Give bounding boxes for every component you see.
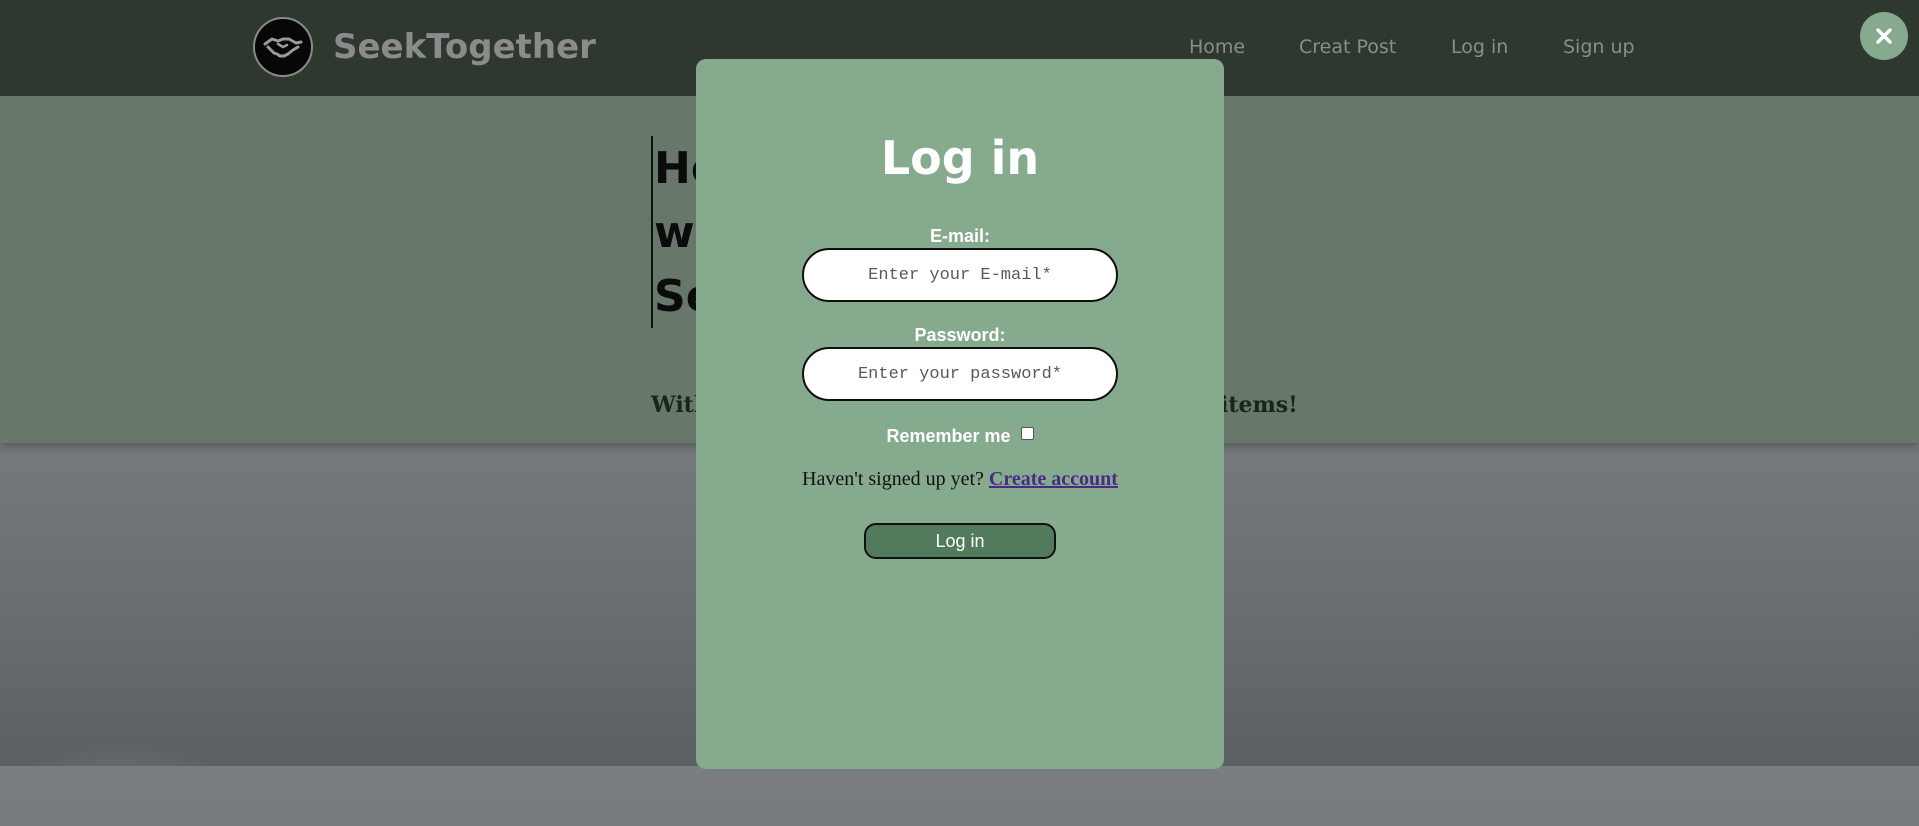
remember-label: Remember me [886,426,1011,446]
text-cursor [651,136,653,328]
email-field[interactable] [802,248,1118,302]
create-account-link[interactable]: Create account [989,468,1118,490]
login-button[interactable]: Log in [864,523,1056,559]
login-modal: Log in E-mail: Password: Remember me Hav… [696,59,1224,769]
close-icon [1876,28,1892,44]
modal-title: Log in [880,131,1040,185]
remember-row: Remember me [696,426,1224,447]
page: SeekTogether Home Creat Post Log in Sign… [0,0,1919,826]
nav-log-in[interactable]: Log in [1451,36,1508,58]
nav-create-post[interactable]: Creat Post [1299,36,1396,58]
remember-checkbox[interactable] [1020,427,1034,440]
email-label: E-mail: [929,226,990,246]
brand-name[interactable]: SeekTogether [333,27,596,67]
nav-home[interactable]: Home [1189,36,1245,58]
signup-prompt: Haven't signed up yet? [802,468,984,490]
nav-sign-up[interactable]: Sign up [1563,36,1635,58]
password-field[interactable] [802,347,1118,401]
logo[interactable] [253,17,313,77]
signup-row: Haven't signed up yet? Create account [696,468,1224,491]
handshake-icon [263,37,303,58]
password-label: Password: [914,325,1006,345]
hero-subtitle-right: items! [1220,392,1298,418]
close-button[interactable] [1860,12,1908,60]
